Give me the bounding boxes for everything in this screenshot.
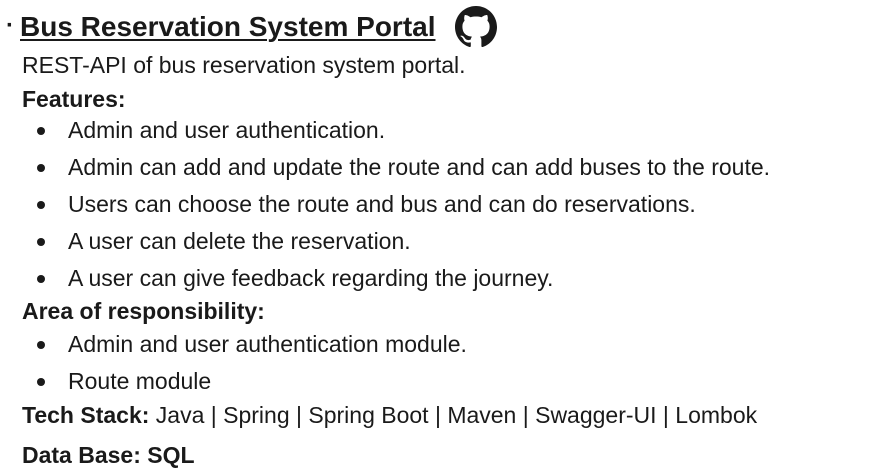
responsibility-list: Admin and user authentication module. Ro… — [0, 326, 467, 400]
responsibility-item: Route module — [0, 363, 467, 400]
tech-stack-label: Tech Stack: — [22, 402, 150, 428]
feature-item: Users can choose the route and bus and c… — [0, 186, 770, 223]
bullet-dot-icon — [37, 201, 45, 209]
bullet-dot-icon — [37, 238, 45, 246]
github-icon[interactable] — [453, 4, 499, 50]
database-line: Data Base: SQL — [22, 442, 195, 469]
feature-item: Admin and user authentication. — [0, 112, 770, 149]
responsibility-heading: Area of responsibility: — [22, 298, 265, 324]
bullet-dot-icon — [37, 164, 45, 172]
title-bullet: · — [6, 12, 14, 39]
features-list: Admin and user authentication. Admin can… — [0, 112, 770, 297]
database-label: Data Base: SQL — [22, 442, 195, 468]
features-heading: Features: — [22, 86, 126, 112]
responsibility-item: Admin and user authentication module. — [0, 326, 467, 363]
tech-stack-value: Java | Spring | Spring Boot | Maven | Sw… — [149, 402, 758, 428]
project-section: · Bus Reservation System Portal REST-API… — [0, 0, 885, 475]
project-description: REST-API of bus reservation system porta… — [22, 52, 466, 78]
project-title-row: · Bus Reservation System Portal — [0, 4, 499, 50]
tech-stack-line: Tech Stack: Java | Spring | Spring Boot … — [22, 402, 757, 429]
feature-item: A user can delete the reservation. — [0, 223, 770, 260]
bullet-dot-icon — [37, 378, 45, 386]
bullet-dot-icon — [37, 275, 45, 283]
bullet-dot-icon — [37, 341, 45, 349]
bullet-dot-icon — [37, 127, 45, 135]
feature-item: A user can give feedback regarding the j… — [0, 260, 770, 297]
feature-item: Admin can add and update the route and c… — [0, 149, 770, 186]
project-title-link[interactable]: Bus Reservation System Portal — [20, 11, 436, 43]
